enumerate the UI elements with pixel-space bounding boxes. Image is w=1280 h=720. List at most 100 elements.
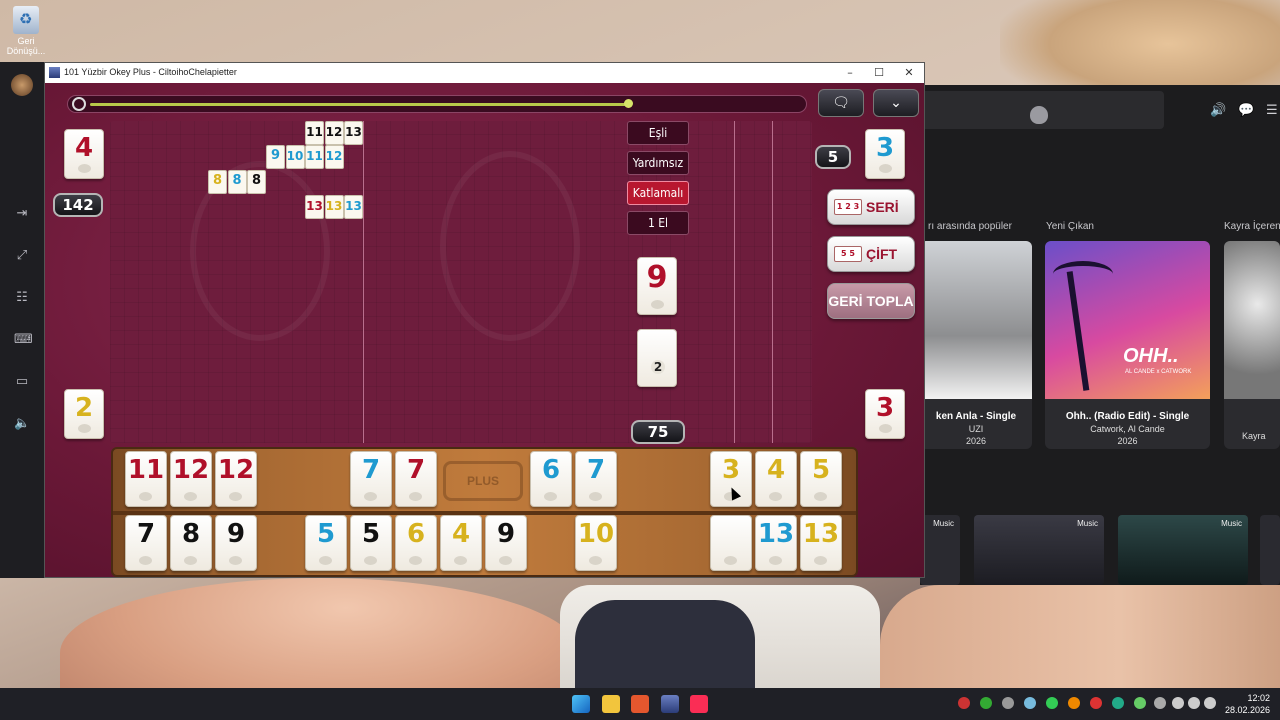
left-top-indicator-value: 4 (74, 133, 94, 163)
rack-tile-value: 3 (721, 455, 741, 485)
rack-tile[interactable]: 7 (125, 515, 167, 571)
option-yardimsiz: Yardımsız (627, 151, 689, 175)
rack-tile[interactable]: 7 (575, 451, 617, 507)
tray-icon-1[interactable] (958, 697, 970, 709)
lyrics-icon[interactable]: 💬 (1238, 103, 1254, 118)
maximize-button[interactable]: ☐ (864, 64, 894, 82)
right-player-tile-count: 5 (815, 145, 851, 169)
meld-tile[interactable]: 8 (247, 170, 266, 194)
game-area: 🗨 ⌄ 11 12 13 9 10 11 12 8 8 8 13 13 13 4 142 2 3 5 3… (45, 83, 924, 577)
music-search-bar[interactable] (920, 91, 1164, 129)
album-art-2: OHH.. AL CANDE x CATWORK (1045, 241, 1210, 399)
tray-icon-4[interactable] (1024, 697, 1036, 709)
playlist-card-2[interactable]: Music (974, 515, 1104, 585)
speaker-icon[interactable]: 🔈 (14, 416, 30, 432)
apple-music-icon[interactable] (690, 695, 708, 713)
rack-tile[interactable]: 7 (350, 451, 392, 507)
remaining-tiles-count: 75 (631, 420, 685, 444)
rack-tile[interactable]: 12 (215, 451, 257, 507)
meld-tile[interactable]: 13 (324, 195, 344, 219)
meld-tile[interactable]: 9 (266, 145, 285, 169)
rack-tile[interactable]: 5 (800, 451, 842, 507)
meld-tile[interactable]: 13 (344, 195, 363, 219)
album-card-2[interactable]: OHH.. AL CANDE x CATWORK Ohh.. (Radio Ed… (1045, 241, 1210, 449)
recycle-bin-shortcut[interactable]: Geri Dönüşü... (6, 6, 46, 56)
login-icon[interactable]: ⇥ (14, 206, 30, 222)
window-title: 101 Yüzbir Okey Plus - CiltoihoChelapiet… (64, 67, 237, 77)
tray-icon-6[interactable] (1068, 697, 1080, 709)
rack-tile[interactable]: 11 (125, 451, 167, 507)
playlist-card-4[interactable] (1260, 515, 1280, 585)
meld-tile[interactable]: 12 (324, 121, 344, 145)
table-divider-2 (734, 121, 735, 443)
volume-tray-icon[interactable] (1188, 697, 1200, 709)
volume-icon[interactable]: 🔊 (1210, 103, 1226, 118)
avatar[interactable] (11, 74, 33, 96)
rack-tile[interactable]: 12 (170, 451, 212, 507)
start-button-windows-icon[interactable] (572, 695, 590, 713)
tray-icon-5[interactable] (1046, 697, 1058, 709)
rack-tile[interactable] (710, 515, 752, 571)
rack-tile[interactable]: 10 (575, 515, 617, 571)
apple-music-badge-2: Music (1077, 519, 1098, 528)
rack-logo: PLUS (443, 461, 523, 501)
rack-tile[interactable]: 4 (755, 451, 797, 507)
network-icon[interactable] (1172, 697, 1184, 709)
geri-topla-button[interactable]: GERİ TOPLA (827, 283, 915, 319)
meld-tile[interactable]: 8 (227, 170, 247, 194)
brave-browser-icon[interactable] (631, 695, 649, 713)
meld-tile[interactable]: 13 (344, 121, 363, 145)
rack-tile-value: 7 (586, 455, 606, 485)
settings-sliders-icon[interactable]: ☷ (14, 290, 30, 306)
rack-tile[interactable]: 13 (755, 515, 797, 571)
cift-ac-button[interactable]: 5 5ÇİFT AÇ (827, 236, 915, 296)
playlist-card-3[interactable]: Music (1118, 515, 1248, 585)
draw-pile[interactable]: 2 (637, 329, 677, 387)
playlist-card-1[interactable]: Music (920, 515, 960, 585)
battery-icon[interactable] (1204, 697, 1216, 709)
meld-tile[interactable]: 11 (305, 121, 324, 145)
okey-app-icon[interactable] (661, 695, 679, 713)
menu-dropdown-button[interactable]: ⌄ (873, 89, 919, 117)
expand-icon[interactable]: ⤢ (14, 248, 30, 264)
tag-icon[interactable]: ▭ (14, 374, 30, 390)
tray-icon-3[interactable] (1002, 697, 1014, 709)
rack-tile[interactable]: 7 (395, 451, 437, 507)
rack-tile[interactable]: 8 (170, 515, 212, 571)
taskbar: 12:02 28.02.2026 (0, 688, 1280, 720)
album-card-3[interactable]: Kayra (1224, 241, 1280, 449)
tray-icon-9[interactable] (1134, 697, 1146, 709)
tray-icon-2[interactable] (980, 697, 992, 709)
minimize-button[interactable]: – (835, 64, 865, 82)
rack-tile[interactable]: 6 (530, 451, 572, 507)
close-button[interactable]: ✕ (894, 64, 924, 82)
file-explorer-icon[interactable] (602, 695, 620, 713)
rack-tile[interactable]: 6 (395, 515, 437, 571)
rack-tile[interactable]: 9 (215, 515, 257, 571)
tray-icon-7[interactable] (1090, 697, 1102, 709)
meld-tile[interactable]: 12 (324, 145, 344, 169)
rack-tile-value: 6 (406, 519, 426, 549)
rack-tile[interactable]: 9 (485, 515, 527, 571)
table-divider-1 (363, 121, 364, 443)
taskbar-clock[interactable]: 12:02 28.02.2026 (1225, 692, 1270, 716)
rack-tile[interactable]: 13 (800, 515, 842, 571)
rack-tile[interactable]: 5 (350, 515, 392, 571)
microphone-icon[interactable] (1154, 697, 1166, 709)
meld-tile[interactable]: 10 (285, 145, 305, 169)
tray-icon-8[interactable] (1112, 697, 1124, 709)
rack-tile-value: 12 (172, 455, 210, 485)
left-bottom-indicator-tile[interactable]: 2 (64, 389, 104, 439)
rack-tile[interactable]: 4 (440, 515, 482, 571)
rack-tile[interactable]: 5 (305, 515, 347, 571)
queue-icon[interactable]: ☰ (1266, 103, 1278, 118)
cards-icon: 5 5 (834, 246, 862, 262)
seri-ac-button[interactable]: 1 2 3SERİ AÇ (827, 189, 915, 249)
meld-tile[interactable]: 8 (208, 170, 227, 194)
meld-tile[interactable]: 11 (305, 145, 324, 169)
meld-tile[interactable]: 13 (305, 195, 324, 219)
album-card-1[interactable]: ken Anla - Single UZI 2026 (920, 241, 1032, 449)
keyboard-icon[interactable]: ⌨ (14, 332, 33, 348)
chat-button[interactable]: 🗨 (818, 89, 864, 117)
right-bottom-indicator-tile[interactable]: 3 (865, 389, 905, 439)
